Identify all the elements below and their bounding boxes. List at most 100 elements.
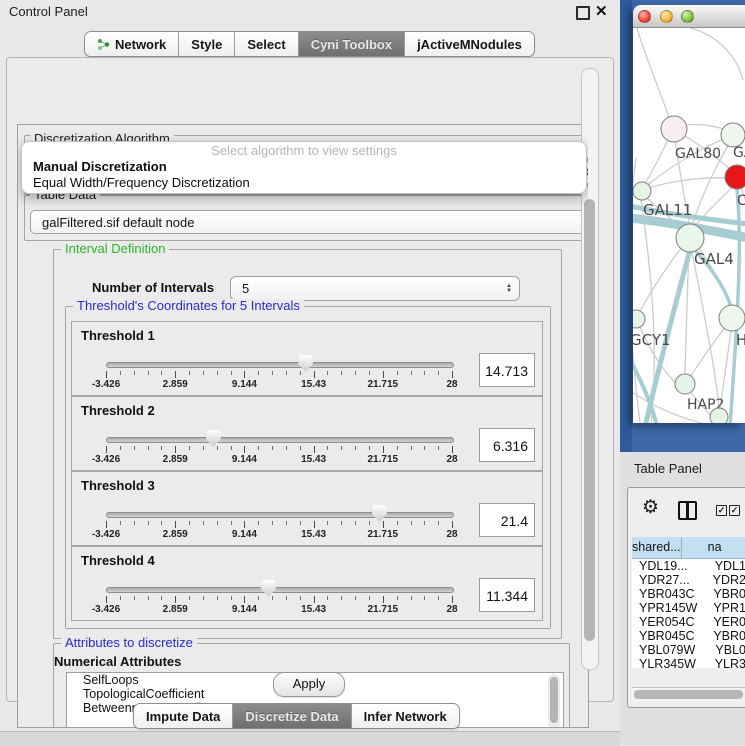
network-node[interactable] xyxy=(710,408,728,423)
threshold-slider-track[interactable] xyxy=(106,512,454,518)
tick-mark xyxy=(452,596,453,603)
tick-mark xyxy=(189,371,190,375)
tick-label: -3.426 xyxy=(76,454,136,465)
tab-label: Select xyxy=(247,37,285,52)
tick-mark xyxy=(231,521,232,525)
column-layout-icon[interactable] xyxy=(678,501,697,520)
zoom-traffic-light-icon[interactable] xyxy=(681,10,694,23)
checkbox-icon[interactable]: ✓ xyxy=(729,505,740,516)
threshold-slider-thumb[interactable] xyxy=(206,430,221,447)
tab-discretize-data[interactable]: Discretize Data xyxy=(233,704,351,728)
tick-label: 21.715 xyxy=(353,604,413,615)
table-row[interactable]: YLR345WYLR3 xyxy=(632,657,745,668)
table-row[interactable]: YBL079WYBL0 xyxy=(632,643,745,657)
tick-mark xyxy=(258,371,259,375)
network-canvas[interactable]: GAL80GACGAL11GAL4GCY1HHAP2 xyxy=(633,28,745,423)
cell-shared-name: YBL079W xyxy=(632,643,701,657)
table-row[interactable]: YER054CYER0 xyxy=(632,615,745,629)
threshold-slider-track[interactable] xyxy=(106,437,454,443)
network-node-h[interactable] xyxy=(719,305,745,331)
float-window-icon[interactable] xyxy=(576,6,590,20)
threshold-value-field[interactable]: 11.344 xyxy=(479,578,535,612)
panel-title: Control Panel xyxy=(9,4,88,19)
tick-mark xyxy=(383,446,384,453)
network-node-c[interactable] xyxy=(725,165,745,189)
threshold-slider-thumb[interactable] xyxy=(298,355,313,372)
tick-mark xyxy=(161,521,162,525)
network-node-hap2[interactable] xyxy=(675,374,695,394)
table-row[interactable]: YDL19...YDL1 xyxy=(632,559,745,573)
tab-select[interactable]: Select xyxy=(235,32,298,56)
tab-jactivemnodules[interactable]: jActiveMNodules xyxy=(405,32,534,56)
table-horizontal-scrollbar[interactable] xyxy=(632,687,745,701)
tick-mark xyxy=(244,446,245,453)
threshold-value-field[interactable]: 21.4 xyxy=(479,503,535,537)
tick-mark xyxy=(217,446,218,450)
cell-shared-name: YDR27... xyxy=(632,573,699,587)
table-row[interactable]: YPR145WYPR1 xyxy=(632,601,745,615)
tick-mark xyxy=(120,371,121,375)
column-header-shared-name[interactable]: shared... xyxy=(632,537,682,558)
tab-cyni-toolbox[interactable]: Cyni Toolbox xyxy=(299,32,405,56)
tab-style[interactable]: Style xyxy=(179,32,235,56)
network-node-gal11[interactable] xyxy=(633,182,651,200)
tab-infer-network[interactable]: Infer Network xyxy=(352,704,459,728)
threshold-label: Threshold 2 xyxy=(81,403,155,418)
cell-shared-name: YLR345W xyxy=(632,657,701,668)
table-row[interactable]: YDR27...YDR2 xyxy=(632,573,745,587)
tick-mark xyxy=(327,596,328,600)
gear-icon[interactable]: ⚙ xyxy=(642,498,659,517)
tab-network[interactable]: Network xyxy=(85,32,179,56)
network-node-ga[interactable] xyxy=(721,123,745,147)
close-icon[interactable]: ✕ xyxy=(595,2,608,20)
attributes-scrollbar[interactable] xyxy=(548,674,560,728)
threshold-value-field[interactable]: 14.713 xyxy=(479,353,535,387)
tick-mark xyxy=(327,521,328,525)
tick-label: 21.715 xyxy=(353,529,413,540)
tick-mark xyxy=(314,371,315,378)
minimize-traffic-light-icon[interactable] xyxy=(660,10,673,23)
algorithm-prompt-item[interactable]: Select algorithm to view settings xyxy=(22,142,586,159)
numerical-attributes-label: Numerical Attributes xyxy=(54,654,181,669)
tick-mark xyxy=(424,371,425,375)
threshold-panel-3: Threshold 3-3.4262.8599.14415.4321.71528… xyxy=(71,471,543,546)
threshold-slider-thumb[interactable] xyxy=(261,580,276,597)
threshold-slider-track[interactable] xyxy=(106,362,454,368)
apply-button[interactable]: Apply xyxy=(273,672,345,697)
tab-label: Infer Network xyxy=(364,709,447,724)
checkbox-icon[interactable]: ✓ xyxy=(716,505,727,516)
column-header-name[interactable]: na xyxy=(682,537,745,558)
threshold-slider-track[interactable] xyxy=(106,587,454,593)
attributes-scrollbar-thumb[interactable] xyxy=(550,677,558,723)
tick-label: -3.426 xyxy=(76,529,136,540)
network-node-gal80[interactable] xyxy=(661,116,687,142)
threshold-slider-thumb[interactable] xyxy=(372,505,387,522)
node-label: GCY1 xyxy=(633,331,671,349)
table-horizontal-scrollbar-thumb[interactable] xyxy=(634,690,743,699)
cyni-panel-scrollbar-thumb[interactable] xyxy=(584,199,595,641)
tab-label: Cyni Toolbox xyxy=(311,37,392,52)
tick-label: 9.144 xyxy=(214,604,274,615)
tick-mark xyxy=(134,521,135,525)
tick-mark xyxy=(355,596,356,600)
tick-mark xyxy=(452,521,453,528)
table-data-combo[interactable]: galFiltered.sif default node ▲▼ xyxy=(30,210,589,234)
tab-label: Discretize Data xyxy=(245,709,338,724)
close-traffic-light-icon[interactable] xyxy=(638,10,651,23)
tick-mark xyxy=(341,596,342,600)
algorithm-option-equal-width[interactable]: Equal Width/Frequency Discretization xyxy=(22,175,586,191)
threshold-value-field[interactable]: 6.316 xyxy=(479,428,535,462)
table-row[interactable]: YBR043CYBR0 xyxy=(632,587,745,601)
tick-mark xyxy=(369,446,370,450)
tab-impute-data[interactable]: Impute Data xyxy=(134,704,233,728)
tick-mark xyxy=(411,596,412,600)
algorithm-option-manual[interactable]: Manual Discretization xyxy=(22,159,586,175)
tick-mark xyxy=(217,521,218,525)
tick-mark xyxy=(355,521,356,525)
network-node-gcy1[interactable] xyxy=(633,310,645,328)
tick-mark xyxy=(286,521,287,525)
table-row[interactable]: YBR045CYBR0 xyxy=(632,629,745,643)
tick-mark xyxy=(203,596,204,600)
tick-mark xyxy=(175,596,176,603)
network-node-gal4[interactable] xyxy=(676,224,704,252)
